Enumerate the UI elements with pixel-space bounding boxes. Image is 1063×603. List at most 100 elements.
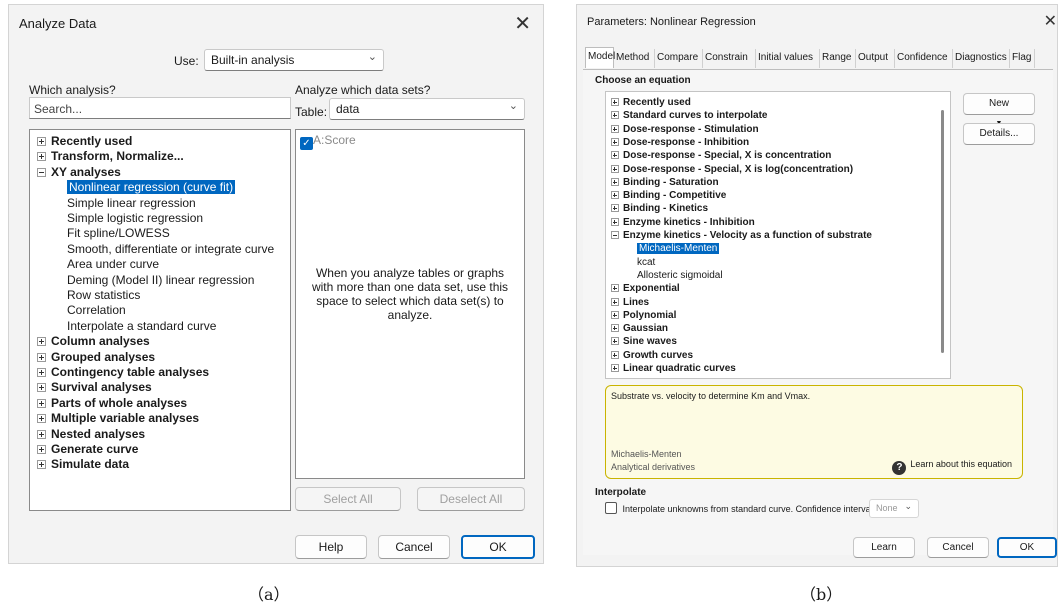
expand-icon[interactable]: [611, 177, 619, 186]
tree-group[interactable]: Enzyme kinetics - Inhibition: [611, 216, 755, 229]
expand-icon[interactable]: [611, 350, 619, 359]
expand-icon[interactable]: [37, 352, 46, 362]
tab-constrain[interactable]: Constrain: [703, 49, 756, 68]
use-dropdown[interactable]: Built-in analysis ⌄: [204, 49, 384, 71]
tree-group[interactable]: Standard curves to interpolate: [611, 109, 767, 122]
expand-icon[interactable]: [611, 297, 619, 306]
tree-item[interactable]: Fit spline/LOWESS: [67, 226, 170, 241]
expand-icon[interactable]: [611, 310, 619, 319]
expand-icon[interactable]: [611, 98, 619, 106]
learn-button[interactable]: Learn: [853, 537, 915, 558]
tree-group[interactable]: XY analyses: [37, 165, 121, 180]
tree-item[interactable]: Interpolate a standard curve: [67, 319, 216, 334]
close-icon[interactable]: ✕: [514, 11, 531, 36]
expand-icon[interactable]: [37, 337, 46, 347]
tab-model[interactable]: Model: [585, 47, 615, 68]
ok-button[interactable]: OK: [461, 535, 535, 559]
tab-method[interactable]: Method: [614, 49, 655, 68]
tree-item[interactable]: Simple logistic regression: [67, 211, 203, 226]
cancel-button[interactable]: Cancel: [378, 535, 450, 559]
tree-item[interactable]: Correlation: [67, 303, 126, 318]
expand-icon[interactable]: [37, 429, 46, 439]
tab-output[interactable]: Output: [856, 49, 895, 68]
checkbox-checked-icon[interactable]: ✓: [300, 137, 313, 150]
tree-group[interactable]: Linear quadratic curves: [611, 362, 736, 375]
tree-item[interactable]: Deming (Model II) linear regression: [67, 273, 254, 288]
tree-item[interactable]: Row statistics: [67, 288, 140, 303]
expand-icon[interactable]: [611, 284, 619, 293]
expand-icon[interactable]: [611, 204, 619, 213]
ok-button[interactable]: OK: [997, 537, 1057, 558]
tab-compare[interactable]: Compare: [655, 49, 703, 68]
equation-tree[interactable]: Recently used Standard curves to interpol…: [605, 91, 951, 379]
details-button[interactable]: Details...: [963, 123, 1035, 145]
expand-icon[interactable]: [611, 324, 619, 333]
tree-item[interactable]: Michaelis-Menten: [637, 242, 720, 255]
learn-equation-link[interactable]: ? Learn about this equation: [892, 459, 1012, 475]
expand-icon[interactable]: [611, 217, 619, 226]
close-icon[interactable]: ✕: [1044, 11, 1057, 31]
expand-icon[interactable]: [611, 151, 619, 160]
tree-group[interactable]: Lines: [611, 296, 649, 309]
tree-item[interactable]: Nonlinear regression (curve fit): [67, 180, 236, 195]
tree-group[interactable]: Dose-response - Special, X is log(concen…: [611, 163, 853, 176]
tab-initial-values[interactable]: Initial values: [756, 49, 820, 68]
tree-group[interactable]: Gaussian: [611, 322, 668, 335]
expand-icon[interactable]: [611, 191, 619, 200]
tree-group[interactable]: Sine waves: [611, 335, 677, 348]
expand-icon[interactable]: [37, 445, 46, 454]
expand-icon[interactable]: [611, 164, 619, 173]
expand-icon[interactable]: [37, 368, 46, 377]
collapse-icon[interactable]: [611, 231, 619, 239]
expand-icon[interactable]: [611, 124, 619, 133]
deselect-all-button[interactable]: Deselect All: [417, 487, 525, 511]
expand-icon[interactable]: [611, 364, 619, 372]
new-button[interactable]: New ▼: [963, 93, 1035, 127]
tree-group[interactable]: Enzyme kinetics - Velocity as a function…: [611, 229, 872, 242]
tree-group[interactable]: Column analyses: [37, 334, 150, 349]
tree-group[interactable]: Parts of whole analyses: [37, 396, 187, 411]
tab-diagnostics[interactable]: Diagnostics: [953, 49, 1010, 68]
tree-group[interactable]: Contingency table analyses: [37, 365, 209, 380]
tree-group[interactable]: Survival analyses: [37, 380, 152, 395]
expand-icon[interactable]: [611, 137, 619, 146]
tree-group[interactable]: Binding - Saturation: [611, 176, 719, 189]
expand-icon[interactable]: [611, 337, 619, 346]
scrollbar-thumb[interactable]: [941, 110, 944, 353]
tree-group[interactable]: Dose-response - Special, X is concentrat…: [611, 149, 831, 162]
tree-item[interactable]: kcat: [637, 256, 655, 269]
tab-confidence[interactable]: Confidence: [895, 49, 953, 68]
tree-item[interactable]: Simple linear regression: [67, 196, 196, 211]
cancel-button[interactable]: Cancel: [927, 537, 989, 558]
expand-icon[interactable]: [611, 111, 619, 120]
expand-icon[interactable]: [37, 398, 46, 408]
tree-group[interactable]: Transform, Normalize...: [37, 149, 184, 164]
tree-group[interactable]: Growth curves: [611, 349, 693, 362]
tree-group[interactable]: Recently used: [37, 134, 132, 149]
tree-group[interactable]: Simulate data: [37, 457, 129, 472]
tree-group[interactable]: Binding - Kinetics: [611, 202, 708, 215]
tree-item[interactable]: Area under curve: [67, 257, 159, 272]
tree-group[interactable]: Dose-response - Stimulation: [611, 123, 759, 136]
tree-item[interactable]: Smooth, differentiate or integrate curve: [67, 242, 274, 257]
tree-group[interactable]: Nested analyses: [37, 427, 145, 442]
expand-icon[interactable]: [37, 383, 46, 393]
datasets-list[interactable]: ✓ A:Score When you analyze tables or grap…: [295, 129, 525, 479]
dataset-item[interactable]: ✓ A:Score: [300, 133, 356, 150]
expand-icon[interactable]: [37, 460, 46, 470]
tab-flag[interactable]: Flag: [1010, 49, 1035, 68]
tree-group[interactable]: Polynomial: [611, 309, 676, 322]
tree-group[interactable]: Multiple variable analyses: [37, 411, 199, 426]
expand-icon[interactable]: [37, 152, 46, 162]
collapse-icon[interactable]: [37, 167, 46, 177]
tree-group[interactable]: Generate curve: [37, 442, 138, 457]
tree-group[interactable]: Exponential: [611, 282, 680, 295]
tree-group[interactable]: Binding - Competitive: [611, 189, 726, 202]
tree-group[interactable]: Dose-response - Inhibition: [611, 136, 749, 149]
tree-group[interactable]: Grouped analyses: [37, 350, 155, 365]
tab-range[interactable]: Range: [820, 49, 856, 68]
table-dropdown[interactable]: data ⌄: [329, 98, 525, 120]
expand-icon[interactable]: [37, 414, 46, 424]
help-button[interactable]: Help: [295, 535, 367, 559]
tree-group[interactable]: Recently used: [611, 96, 691, 109]
